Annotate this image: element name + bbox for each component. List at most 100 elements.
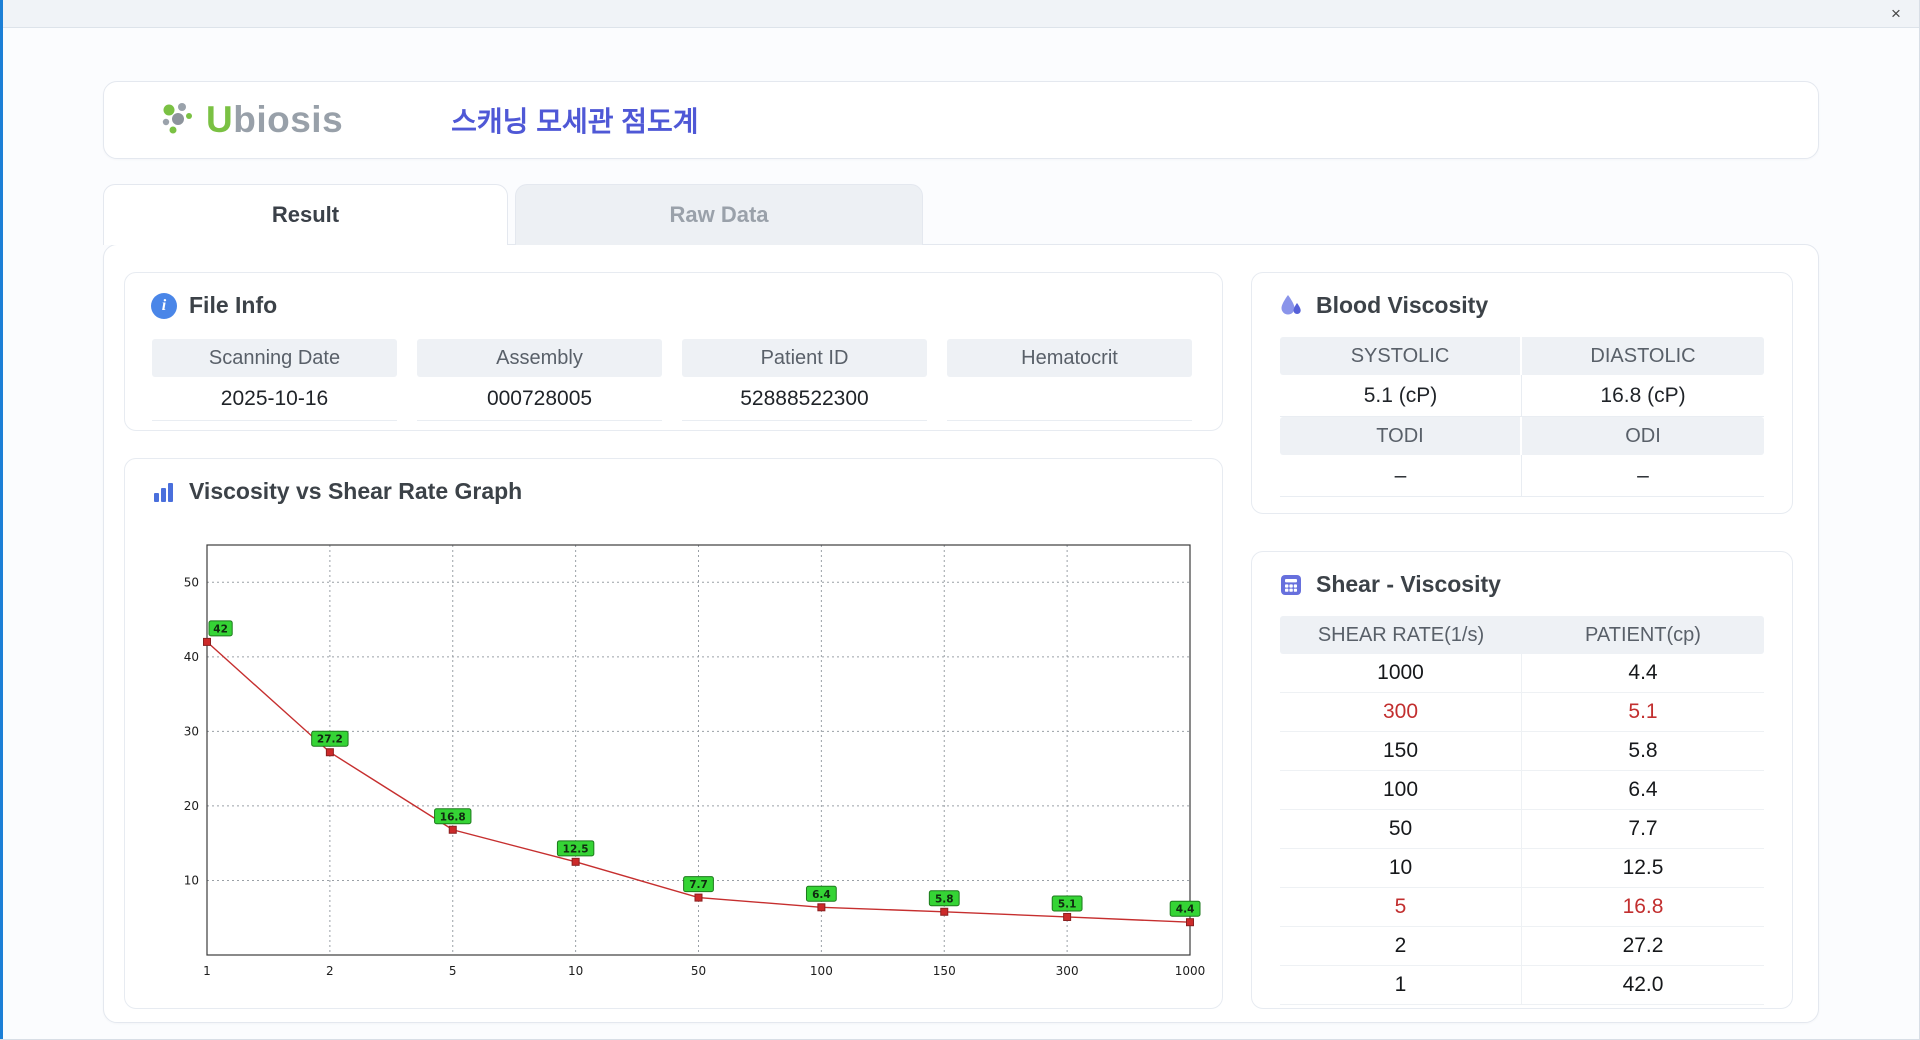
field-label: Scanning Date bbox=[152, 339, 397, 377]
patient-column-header: PATIENT(cp) bbox=[1585, 623, 1701, 646]
table-row: 100 6.4 bbox=[1280, 771, 1764, 810]
table-row: 50 7.7 bbox=[1280, 810, 1764, 849]
graph-title-row: Viscosity vs Shear Rate Graph bbox=[125, 459, 1222, 505]
table-row: 1000 4.4 bbox=[1280, 654, 1764, 693]
blood-viscosity-title-row: Blood Viscosity bbox=[1252, 273, 1792, 319]
file-info-title-row: i File Info bbox=[125, 273, 1222, 319]
bv-header-row: TODI ODI bbox=[1280, 417, 1764, 455]
shear-viscosity-title: Shear - Viscosity bbox=[1316, 571, 1501, 597]
tab-raw-data[interactable]: Raw Data bbox=[515, 184, 923, 245]
shear-rate-column-header: SHEAR RATE(1/s) bbox=[1317, 623, 1485, 646]
window-close-button[interactable]: × bbox=[1885, 3, 1907, 25]
svg-text:1: 1 bbox=[203, 964, 211, 978]
svg-text:7.7: 7.7 bbox=[689, 879, 708, 891]
shear-rate-cell: 50 bbox=[1280, 810, 1522, 848]
shear-table: SHEAR RATE(1/s) PATIENT(cp) 1000 4.4 300 5.… bbox=[1280, 616, 1764, 1005]
table-row: 300 5.1 bbox=[1280, 693, 1764, 732]
svg-text:300: 300 bbox=[1056, 964, 1079, 978]
field-value: 000728005 bbox=[417, 377, 662, 421]
svg-text:10: 10 bbox=[184, 873, 199, 887]
shear-rate-cell: 1000 bbox=[1280, 654, 1522, 692]
shear-viscosity-title-row: Shear - Viscosity bbox=[1252, 552, 1792, 598]
logo: Ubiosis bbox=[156, 99, 343, 141]
field-hematocrit: Hematocrit bbox=[947, 339, 1192, 421]
shear-rate-cell: 1 bbox=[1280, 966, 1522, 1004]
app-title: 스캐닝 모세관 점도계 bbox=[451, 106, 699, 137]
svg-text:1000: 1000 bbox=[1175, 964, 1206, 978]
bv-value-row: – – bbox=[1280, 455, 1764, 497]
blood-viscosity-title: Blood Viscosity bbox=[1316, 292, 1489, 318]
field-scanning-date: Scanning Date 2025-10-16 bbox=[152, 339, 397, 421]
svg-text:100: 100 bbox=[810, 964, 833, 978]
info-icon: i bbox=[151, 292, 177, 319]
svg-text:30: 30 bbox=[184, 724, 199, 738]
svg-text:12.5: 12.5 bbox=[563, 843, 589, 855]
svg-text:6.4: 6.4 bbox=[812, 889, 831, 901]
bv-todi-label: TODI bbox=[1280, 417, 1522, 455]
field-label: Hematocrit bbox=[947, 339, 1192, 377]
bv-systolic-value: 5.1 (cP) bbox=[1280, 375, 1522, 417]
bv-header-row: SYSTOLIC DIASTOLIC bbox=[1280, 337, 1764, 375]
shear-viscosity-card: Shear - Viscosity SHEAR RATE(1/s) PATIEN… bbox=[1251, 551, 1793, 1009]
svg-text:50: 50 bbox=[184, 575, 199, 589]
patient-value-cell: 16.8 bbox=[1622, 895, 1664, 918]
svg-text:20: 20 bbox=[184, 799, 199, 813]
bv-diastolic-value: 16.8 (cP) bbox=[1522, 375, 1764, 417]
table-row: 2 27.2 bbox=[1280, 927, 1764, 966]
patient-value-cell: 5.8 bbox=[1628, 739, 1658, 762]
field-label: Assembly bbox=[417, 339, 662, 377]
table-row: 150 5.8 bbox=[1280, 732, 1764, 771]
svg-text:4.4: 4.4 bbox=[1176, 904, 1195, 916]
graph-title: Viscosity vs Shear Rate Graph bbox=[189, 478, 523, 504]
bv-todi-value: – bbox=[1280, 455, 1522, 497]
field-value: 52888522300 bbox=[682, 377, 927, 421]
table-row: 10 12.5 bbox=[1280, 849, 1764, 888]
file-info-fields: Scanning Date 2025-10-16 Assembly 000728… bbox=[152, 339, 1192, 421]
svg-text:50: 50 bbox=[691, 964, 706, 978]
svg-text:40: 40 bbox=[184, 650, 199, 664]
patient-value-cell: 12.5 bbox=[1622, 856, 1664, 879]
shear-table-header: SHEAR RATE(1/s) PATIENT(cp) bbox=[1280, 616, 1764, 654]
svg-text:2: 2 bbox=[326, 964, 334, 978]
window-titlebar bbox=[0, 0, 1919, 28]
viscosity-chart-svg: 10 20 30 40 50 1 2 5 10 50 100 150 300 1000 42 27.2 16.8… bbox=[184, 544, 1206, 978]
field-assembly: Assembly 000728005 bbox=[417, 339, 662, 421]
shear-rate-cell: 300 bbox=[1280, 693, 1522, 731]
svg-text:5: 5 bbox=[449, 964, 457, 978]
field-value bbox=[947, 377, 1192, 421]
window-left-edge bbox=[0, 0, 3, 1039]
shear-rate-cell: 10 bbox=[1280, 849, 1522, 887]
bv-odi-value: – bbox=[1522, 455, 1764, 497]
svg-text:5.8: 5.8 bbox=[935, 893, 954, 905]
shear-rate-cell: 2 bbox=[1280, 927, 1522, 965]
svg-text:10: 10 bbox=[568, 964, 583, 978]
blood-viscosity-grid: SYSTOLIC DIASTOLIC 5.1 (cP) 16.8 (cP) TO… bbox=[1280, 337, 1764, 497]
patient-value-cell: 5.1 bbox=[1628, 700, 1658, 723]
droplet-icon bbox=[1281, 294, 1301, 314]
table-row: 1 42.0 bbox=[1280, 966, 1764, 1005]
shear-rate-cell: 150 bbox=[1280, 732, 1522, 770]
viscosity-chart: 10 20 30 40 50 1 2 5 10 50 100 150 300 1000 42 27.2 16.8… bbox=[161, 529, 1206, 996]
table-row: 5 16.8 bbox=[1280, 888, 1764, 927]
svg-text:5.1: 5.1 bbox=[1058, 898, 1077, 910]
tab-result[interactable]: Result bbox=[103, 184, 508, 245]
patient-value-cell: 7.7 bbox=[1628, 817, 1658, 840]
svg-text:150: 150 bbox=[933, 964, 956, 978]
bv-systolic-label: SYSTOLIC bbox=[1280, 337, 1522, 375]
bv-diastolic-label: DIASTOLIC bbox=[1522, 337, 1764, 375]
file-info-title: File Info bbox=[189, 292, 278, 318]
patient-value-cell: 4.4 bbox=[1628, 661, 1658, 684]
svg-text:42: 42 bbox=[213, 623, 228, 635]
field-label: Patient ID bbox=[682, 339, 927, 377]
graph-card: Viscosity vs Shear Rate Graph 10 20 30 40 50… bbox=[124, 458, 1223, 1009]
blood-viscosity-card: Blood Viscosity SYSTOLIC DIASTOLIC 5.1 (… bbox=[1251, 272, 1793, 514]
shear-rate-cell: 5 bbox=[1280, 888, 1522, 926]
table-grid-icon bbox=[1281, 574, 1301, 595]
svg-text:16.8: 16.8 bbox=[440, 811, 466, 823]
file-info-card: i File Info Scanning Date 2025-10-16 Ass… bbox=[124, 272, 1223, 431]
bv-value-row: 5.1 (cP) 16.8 (cP) bbox=[1280, 375, 1764, 417]
shear-rate-cell: 100 bbox=[1280, 771, 1522, 809]
bv-odi-label: ODI bbox=[1522, 417, 1764, 455]
field-patient-id: Patient ID 52888522300 bbox=[682, 339, 927, 421]
patient-value-cell: 27.2 bbox=[1622, 934, 1664, 957]
